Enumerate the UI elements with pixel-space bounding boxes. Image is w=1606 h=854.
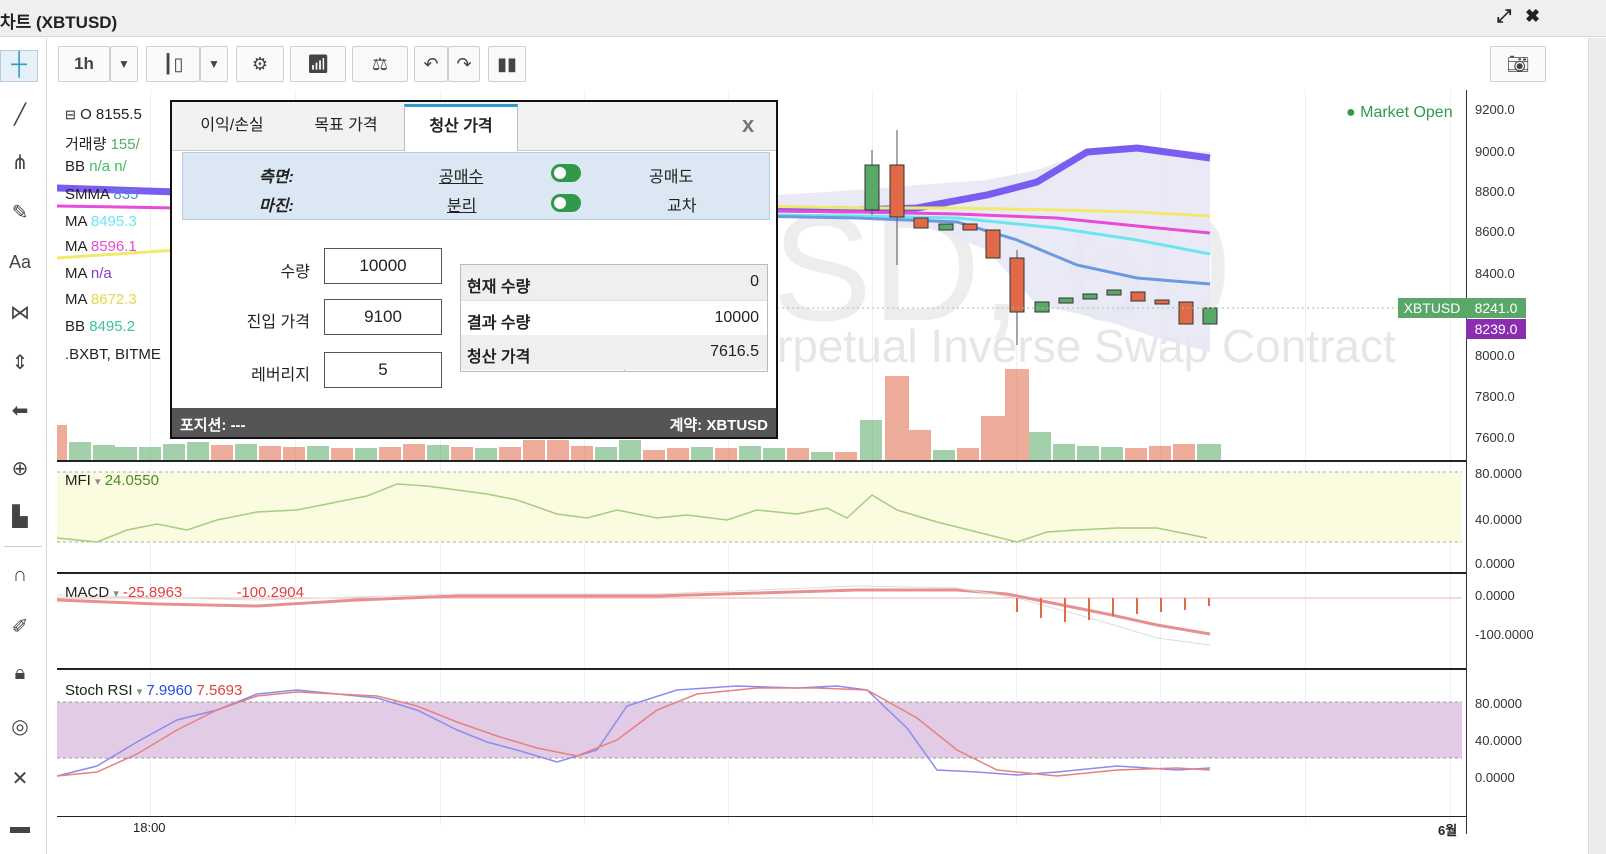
result-row: 결과 수량 10000 (461, 300, 767, 337)
side-toggle[interactable] (551, 164, 581, 182)
dialog-footer: 포지션: --- 계약: XBTUSD (172, 408, 776, 437)
price-tag-2: 8239.0 (1466, 319, 1526, 339)
margin-toggle[interactable] (551, 194, 581, 212)
side-label: 측면: (259, 169, 294, 186)
legend-ma2: MA 8596.1 (65, 238, 137, 255)
margin-cross-option[interactable]: 교차 (667, 192, 696, 216)
window-title: 차트 (XBTUSD) (0, 13, 118, 32)
style-dropdown[interactable]: ▼ (200, 46, 228, 82)
legend-ma1: MA 8495.3 (65, 213, 137, 230)
result-row: 청산 가격 7616.5 (461, 335, 767, 370)
tab-liquidation-price[interactable]: 청산 가격 (404, 104, 518, 151)
remove-icon[interactable]: ✕ (0, 766, 40, 791)
candle-style-button[interactable]: ┃▯ (146, 46, 200, 82)
vertical-scrollbar[interactable] (1588, 38, 1606, 854)
ruler-icon[interactable]: ▙ (0, 504, 40, 529)
legend-macd: MACD ▾ -25.8963 -100.2904 (65, 584, 304, 601)
side-short-option[interactable]: 공매도 (649, 163, 693, 187)
legend-ma3: MA n/a (65, 265, 112, 282)
watermark-description: rpetual Inverse Swap Contract (777, 320, 1396, 372)
legend-bb: BB n/a n/ (65, 158, 127, 175)
dialog-tabbar: 이익/손실 목표 가격 청산 가격 x (172, 102, 776, 151)
results-table: 현재 수량 0 결과 수량 10000 청산 가격 7616.5 (460, 264, 768, 372)
close-icon[interactable]: ✖ (1525, 6, 1540, 27)
redo-icon[interactable]: ↷ (448, 46, 480, 82)
pattern-icon[interactable]: ⋈ (0, 300, 40, 325)
dialog-close-button[interactable]: x (742, 112, 754, 138)
legend-smma: SMMA 835 (65, 186, 139, 203)
zoom-icon[interactable]: ⊕ (0, 456, 40, 481)
entry-price-label: 진입 가격 (246, 314, 310, 331)
measure-icon[interactable]: ⇕ (0, 350, 40, 375)
tab-target-price[interactable]: 목표 가격 (292, 106, 400, 150)
trendline-icon[interactable]: ╱ (0, 102, 40, 127)
entry-price-input[interactable]: 9100 (324, 299, 442, 335)
pencil-lock-icon[interactable]: ✐ (0, 614, 40, 639)
legend-volume: 거래량 155/ (65, 136, 140, 153)
interval-dropdown[interactable]: ▼ (110, 46, 138, 82)
undo-icon[interactable]: ↶ (414, 46, 448, 82)
bar-chart-icon[interactable]: ▮▮ (488, 46, 526, 82)
trash-icon[interactable]: ▬ (0, 816, 40, 839)
result-row: 현재 수량 0 (461, 265, 767, 300)
legend-mfi: MFI ▾ 24.0550 (65, 472, 159, 489)
legend-bb2: BB 8495.2 (65, 318, 136, 335)
expand-icon[interactable]: ⤢ (1497, 6, 1511, 27)
interval-button[interactable]: 1h (58, 46, 110, 82)
lock-icon[interactable]: 🔒︎ (0, 662, 40, 685)
contract-text: 계약: XBTUSD (669, 417, 768, 434)
compare-icon[interactable]: ⚖ (352, 46, 408, 82)
collapse-icon[interactable]: ⊟ (65, 107, 76, 122)
camera-icon[interactable]: 📷︎ (1490, 46, 1546, 82)
drawing-toolbar: ┼ ╱ ⋔ ✎ Aa ⋈ ⇕ ⬅ ⊕ ▙ ∩ ✐ 🔒︎ ◎ ✕ ▬ (0, 38, 47, 854)
tab-profit-loss[interactable]: 이익/손실 (178, 106, 286, 150)
margin-label: 마진: (259, 198, 294, 215)
symbol-tag: XBTUSD (1398, 298, 1466, 318)
settings-icon[interactable]: ⚙ (236, 46, 284, 82)
indicators-icon[interactable]: 📶︎ (290, 46, 346, 82)
legend-stoch-rsi: Stoch RSI ▾ 7.9960 7.5693 (65, 682, 243, 699)
legend-ohlc: ⊟ O 8155.5 (65, 106, 142, 123)
quantity-label: 수량 (280, 264, 310, 281)
chart-toolbar: 1h ▼ ┃▯ ▼ ⚙ 📶︎ ⚖ ↶ ↷ ▮▮ 📷︎ (50, 38, 1588, 90)
last-price-tag: 8241.0 (1466, 298, 1526, 318)
leverage-label: 레버리지 (251, 367, 310, 384)
magnet-icon[interactable]: ∩ (0, 564, 40, 587)
x-tick-label: 6월 (1438, 823, 1458, 838)
arrow-left-icon[interactable]: ⬅ (0, 398, 40, 423)
leverage-input[interactable]: 5 (324, 352, 442, 388)
side-margin-panel: 측면: 공매수 공매도 마진: 분리 교차 (182, 152, 770, 220)
text-icon[interactable]: Aa (0, 252, 40, 273)
window-titlebar: 차트 (XBTUSD) ⤢ ✖ (0, 0, 1606, 37)
brush-icon[interactable]: ✎ (0, 200, 40, 225)
eye-icon[interactable]: ◎ (0, 714, 40, 739)
legend-compare: .BXBT, BITME (65, 346, 161, 363)
pitchfork-icon[interactable]: ⋔ (0, 150, 40, 175)
x-tick-label: 18:00 (133, 820, 166, 835)
legend-ma4: MA 8672.3 (65, 291, 137, 308)
crosshair-icon[interactable]: ┼ (0, 50, 38, 82)
quantity-input[interactable]: 10000 (324, 248, 442, 284)
side-long-option[interactable]: 공매수 (439, 163, 483, 187)
liquidation-calculator-dialog: 이익/손실 목표 가격 청산 가격 x 측면: 공매수 공매도 마진: 분리 교… (170, 100, 778, 439)
market-status: ● Market Open (1346, 104, 1453, 121)
margin-isolated-option[interactable]: 분리 (447, 192, 476, 216)
position-text: 포지션: --- (180, 417, 246, 434)
